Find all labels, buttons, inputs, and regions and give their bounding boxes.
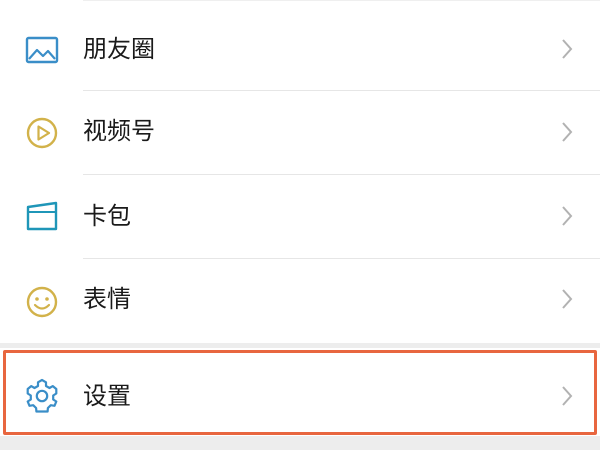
chevron-right-icon — [560, 384, 574, 408]
menu-item-card-wallet[interactable]: 卡包 — [0, 175, 600, 259]
menu-item-label: 表情 — [83, 285, 131, 313]
menu-item-stickers[interactable]: 表情 — [0, 259, 600, 343]
gear-icon — [23, 377, 61, 415]
channels-icon — [23, 114, 61, 152]
menu-item-label: 卡包 — [83, 202, 131, 230]
menu-item-moments[interactable]: 朋友圈 — [0, 6, 600, 90]
menu-item-label: 设置 — [83, 382, 131, 410]
card-wallet-icon — [23, 197, 61, 235]
menu-item-channels[interactable]: 视频号 — [0, 91, 600, 175]
menu-item-label: 视频号 — [83, 117, 155, 145]
chevron-right-icon — [560, 37, 574, 61]
chevron-right-icon — [560, 287, 574, 311]
chevron-right-icon — [560, 120, 574, 144]
menu-item-label: 朋友圈 — [83, 35, 155, 63]
chevron-right-icon — [560, 204, 574, 228]
moments-icon — [23, 31, 61, 69]
menu-item-settings[interactable]: 设置 — [0, 348, 600, 436]
divider — [83, 0, 600, 1]
sticker-icon — [23, 283, 61, 321]
menu-group: 朋友圈 视频号 卡包 表情 — [0, 0, 600, 343]
